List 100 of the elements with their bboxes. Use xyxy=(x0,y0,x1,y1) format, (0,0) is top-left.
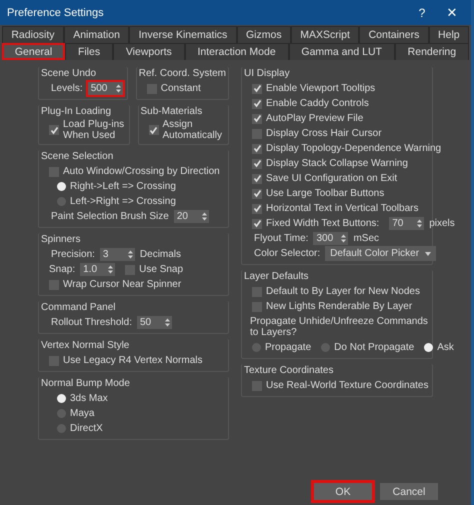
spinner-label: Precision: xyxy=(51,249,95,260)
checkbox[interactable] xyxy=(252,188,262,198)
radio-button[interactable] xyxy=(57,182,66,191)
tab[interactable]: Rendering xyxy=(394,43,469,60)
radio-button[interactable] xyxy=(57,424,66,433)
checkbox-label: Display Cross Hair Cursor xyxy=(266,128,382,139)
checkbox-label: Use Legacy R4 Vertex Normals xyxy=(63,355,203,366)
radio-button[interactable] xyxy=(321,343,330,352)
checkbox-label: AutoPlay Preview File xyxy=(266,113,364,124)
spinner-label: Snap: xyxy=(49,264,76,275)
tab[interactable]: Gizmos xyxy=(236,26,291,43)
checkbox[interactable] xyxy=(252,204,262,214)
tab[interactable]: Gamma and LUT xyxy=(288,43,395,60)
checkbox-label: Use Real-World Texture Coordinates xyxy=(266,380,428,391)
group-title: Layer Defaults xyxy=(243,270,310,284)
tab[interactable]: Interaction Mode xyxy=(184,43,289,60)
spinner-field[interactable]: 300 xyxy=(313,232,348,245)
checkbox-label: Enable Viewport Tooltips xyxy=(266,83,376,94)
checkbox[interactable] xyxy=(252,144,262,154)
checkbox[interactable] xyxy=(252,380,262,390)
spinner-arrows-icon[interactable] xyxy=(202,212,207,221)
checkbox[interactable] xyxy=(252,302,262,312)
radio-label: 3ds Max xyxy=(70,393,108,404)
spinner-field[interactable]: 50 xyxy=(136,316,172,329)
color-selector-dropdown[interactable]: Default Color Picker xyxy=(325,246,436,261)
checkbox[interactable] xyxy=(252,128,262,138)
checkbox[interactable] xyxy=(252,286,262,296)
unit-label: mSec xyxy=(353,233,380,244)
radio-label: Maya xyxy=(70,408,94,419)
radio-button[interactable] xyxy=(57,409,66,418)
close-button[interactable]: ✕ xyxy=(437,5,467,20)
checkbox[interactable] xyxy=(125,264,136,274)
checkbox-label: Use Snap xyxy=(139,264,184,275)
checkbox[interactable] xyxy=(49,125,59,135)
spinner-arrows-icon[interactable] xyxy=(417,219,422,228)
unit-label: pixels xyxy=(429,218,455,229)
spinner-arrows-icon[interactable] xyxy=(164,318,170,327)
tab[interactable]: Containers xyxy=(359,26,429,43)
spinner-field[interactable]: 3 xyxy=(100,248,135,261)
checkbox[interactable] xyxy=(49,356,59,366)
checkbox-label: Constant xyxy=(160,83,201,94)
caret-icon xyxy=(425,252,432,256)
radio-label: Right->Left => Crossing xyxy=(70,181,176,192)
checkbox-label: Default to By Layer for New Nodes xyxy=(266,286,420,297)
spinner-arrows-icon[interactable] xyxy=(108,265,114,274)
spinner-arrows-icon[interactable] xyxy=(341,234,346,243)
tab[interactable]: Radiosity xyxy=(2,26,64,43)
spinner-field[interactable]: 70 xyxy=(389,217,424,230)
checkbox[interactable] xyxy=(49,166,59,176)
group-title: Command Panel xyxy=(40,301,116,315)
checkbox[interactable] xyxy=(252,174,262,184)
radio-button[interactable] xyxy=(252,343,261,352)
tab[interactable]: Viewports xyxy=(112,43,185,60)
spinner-arrows-icon[interactable] xyxy=(128,250,133,259)
spinner-label: Flyout Time: xyxy=(254,233,308,244)
window-title: Preference Settings xyxy=(7,6,105,18)
checkbox-label: Save UI Configuration on Exit xyxy=(266,173,398,184)
spinner-label: Paint Selection Brush Size xyxy=(51,211,169,222)
checkbox[interactable] xyxy=(49,280,59,290)
group-title: Normal Bump Mode xyxy=(40,377,131,391)
checkbox[interactable] xyxy=(252,218,262,228)
checkbox-label: Wrap Cursor Near Spinner xyxy=(63,279,182,290)
radio-button[interactable] xyxy=(57,197,66,206)
radio-label: Ask xyxy=(437,342,454,353)
question-text: Propagate Unhide/Unfreeze Commands to Layers? xyxy=(249,315,428,340)
tab[interactable]: General xyxy=(2,43,66,60)
radio-label: DirectX xyxy=(70,423,103,434)
radio-button[interactable] xyxy=(57,394,66,403)
help-button[interactable]: ? xyxy=(407,6,437,20)
spinner-field[interactable]: 20 xyxy=(174,210,209,223)
radio-button[interactable] xyxy=(424,343,434,352)
tab[interactable]: Inverse Kinematics xyxy=(129,26,237,43)
checkbox-label: Load Plug-ins When Used xyxy=(63,119,124,141)
spinner-field[interactable]: 1.0 xyxy=(80,263,116,276)
checkbox-label: Horizontal Text in Vertical Toolbars xyxy=(266,203,418,214)
radio-label: Do Not Propagate xyxy=(334,342,414,353)
cancel-button[interactable]: Cancel xyxy=(380,483,438,500)
tab[interactable]: Help xyxy=(428,26,469,43)
checkbox[interactable] xyxy=(148,125,158,135)
spinner-arrows-icon[interactable] xyxy=(116,84,121,93)
radio-label: Propagate xyxy=(265,342,312,353)
group-title: Sub-Materials xyxy=(140,105,204,119)
checkbox-label: Auto Window/Crossing by Direction xyxy=(63,166,220,177)
checkbox[interactable] xyxy=(146,84,157,94)
checkbox-label: New Lights Renderable By Layer xyxy=(266,301,412,312)
spinner-label: Levels: xyxy=(51,83,83,94)
tab[interactable]: Files xyxy=(65,43,113,60)
ok-button[interactable]: OK xyxy=(314,483,372,500)
checkbox-label: Display Stack Collapse Warning xyxy=(266,158,408,169)
group-title: UI Display xyxy=(243,67,291,81)
group-title: Scene Selection xyxy=(40,150,114,164)
spinner-field[interactable]: 500 xyxy=(88,82,123,95)
tab[interactable]: Animation xyxy=(64,26,130,43)
unit-label: Decimals xyxy=(140,249,182,260)
tab[interactable]: MAXScript xyxy=(290,26,360,43)
checkbox[interactable] xyxy=(252,84,262,94)
checkbox[interactable] xyxy=(252,158,262,168)
checkbox[interactable] xyxy=(252,98,262,108)
checkbox-label: Fixed Width Text Buttons: xyxy=(266,218,380,229)
checkbox[interactable] xyxy=(252,114,262,124)
